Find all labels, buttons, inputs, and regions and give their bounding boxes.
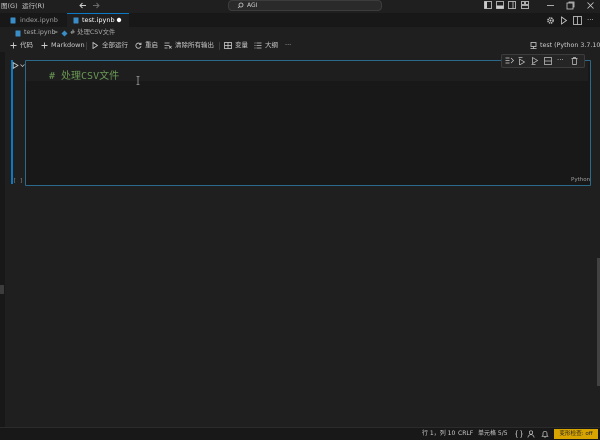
split-editor-icon[interactable] <box>573 16 582 25</box>
add-code-label: 代码 <box>20 41 33 49</box>
text-cursor-icon <box>136 76 140 85</box>
line-ending[interactable]: CRLF <box>458 428 473 440</box>
cursor-position[interactable]: 行 1，列 10 <box>422 428 455 440</box>
tab-bar: index.ipynb test.ipynb ··· <box>0 13 600 27</box>
toolbar-divider <box>86 42 87 50</box>
notifications-bell-icon[interactable] <box>541 430 549 438</box>
tab-index-ipynb[interactable]: index.ipynb <box>0 13 66 27</box>
plus-icon <box>10 42 17 49</box>
kernel-icon <box>530 42 537 49</box>
cell-toolbar: ··· <box>501 54 585 68</box>
title-bar: 图(G) 运行(R) AGI <box>0 0 600 13</box>
status-bar: 行 1，列 10 CRLF 单元格 5/5 变形检查: off <box>0 427 600 440</box>
back-arrow-icon[interactable] <box>78 1 88 10</box>
restart-icon <box>135 42 142 49</box>
cell-focus-indicator <box>11 60 13 184</box>
run-play-icon[interactable] <box>560 16 568 25</box>
customize-layout-icon[interactable] <box>521 1 529 9</box>
minimize-icon[interactable] <box>546 1 555 10</box>
breadcrumb: test.ipynb > # 处理CSV文件 <box>0 27 600 39</box>
clear-outputs-label: 清除所有输出 <box>175 41 214 49</box>
unsaved-dot-icon[interactable] <box>116 17 122 23</box>
execute-below-icon[interactable] <box>531 57 539 65</box>
markdown-section-icon <box>61 30 68 37</box>
run-cell-icon[interactable] <box>12 62 19 69</box>
command-center-search[interactable]: AGI <box>228 0 382 11</box>
kernel-label: test (Python 3.7.10) <box>540 42 600 49</box>
gear-icon[interactable] <box>546 16 555 25</box>
layout-panel-icon[interactable] <box>496 1 504 9</box>
plus-icon <box>41 42 48 49</box>
variables-label: 变量 <box>235 41 248 49</box>
execute-above-icon[interactable] <box>518 57 526 65</box>
search-icon <box>237 2 244 9</box>
close-window-icon[interactable] <box>586 1 595 10</box>
variables-icon <box>224 42 232 49</box>
braces-icon[interactable] <box>515 430 523 438</box>
cell-more-icon[interactable]: ··· <box>557 56 564 64</box>
layout-sidebar-icon[interactable] <box>484 1 492 9</box>
notebook-file-icon <box>73 17 79 24</box>
notebook-toolbar: 代码 Markdown 全部运行 重启 清除所有输出 变量 大纲 ··· tes… <box>0 39 600 52</box>
notebook-file-icon <box>10 17 16 24</box>
more-actions-icon[interactable]: ··· <box>587 16 594 24</box>
tab-label: index.ipynb <box>20 16 58 24</box>
layout-secondary-sidebar-icon[interactable] <box>508 1 516 9</box>
cell-code-text[interactable]: # 处理CSV文件 <box>49 67 119 82</box>
run-by-line-icon[interactable] <box>505 57 514 64</box>
menu-view[interactable]: 图(G) <box>1 0 18 13</box>
cell-indicator[interactable]: 单元格 5/5 <box>478 428 508 440</box>
breadcrumb-section[interactable]: # 处理CSV文件 <box>70 27 115 39</box>
activity-scroll-marker <box>0 285 4 294</box>
status-extension-badge[interactable]: 变形检查: off <box>554 429 598 439</box>
forward-arrow-icon[interactable] <box>91 1 101 10</box>
run-all-label: 全部运行 <box>102 41 128 49</box>
accounts-icon[interactable] <box>527 430 535 438</box>
restore-icon[interactable] <box>566 1 575 10</box>
breadcrumb-file[interactable]: test.ipynb <box>24 27 56 39</box>
tab-test-ipynb[interactable]: test.ipynb <box>67 13 129 27</box>
breadcrumb-separator: > <box>53 29 59 36</box>
outline-label: 大纲 <box>265 41 278 49</box>
cell-exec-count: [ ] <box>13 178 23 184</box>
restart-label: 重启 <box>145 41 158 49</box>
notebook-file-icon <box>15 30 21 37</box>
tab-label: test.ipynb <box>82 16 115 24</box>
split-cell-icon[interactable] <box>544 57 552 65</box>
menu-run[interactable]: 运行(R) <box>22 0 45 13</box>
cell-language[interactable]: Python <box>571 177 590 183</box>
search-text: AGI <box>247 2 258 9</box>
trash-icon[interactable] <box>571 57 578 65</box>
toolbar-divider <box>219 42 220 50</box>
add-markdown-label: Markdown <box>51 41 85 49</box>
run-all-icon <box>92 42 99 49</box>
toolbar-more-icon[interactable]: ··· <box>285 39 291 52</box>
clear-all-icon <box>164 42 172 49</box>
outline-list-icon <box>254 42 262 49</box>
